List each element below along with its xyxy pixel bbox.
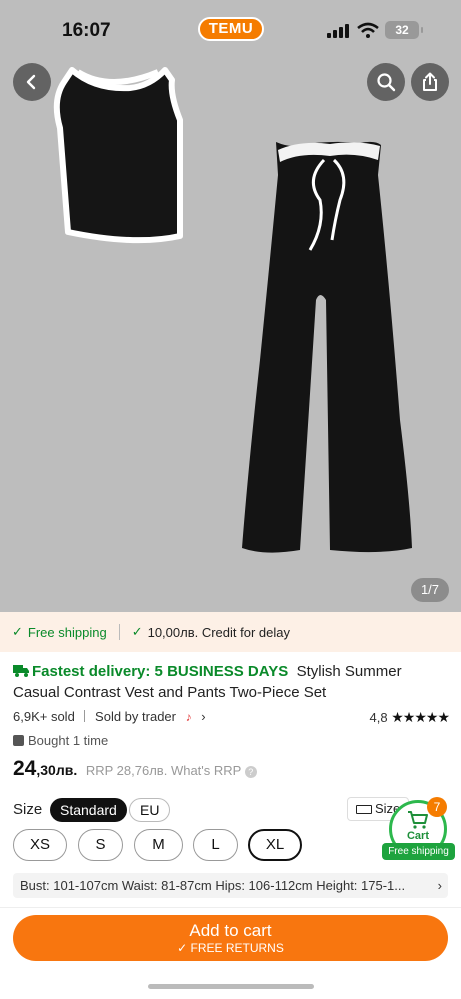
product-meta: 6,9K+ sold Sold by trader ♪ › 4,8 ★★★★★ [13,709,450,727]
signal-icon [327,24,349,38]
size-standard-tab[interactable]: Standard [50,798,127,822]
rating-summary[interactable]: 4,8 ★★★★★ [369,709,450,726]
product-title: Fastest delivery: 5 BUSINESS DAYS Stylis… [13,661,449,703]
rating-value: 4,8 [369,710,388,725]
wifi-icon [357,22,379,38]
search-button[interactable] [367,63,405,101]
chevron-right-icon: › [437,878,442,893]
share-button[interactable] [411,63,449,101]
seller-badge-icon: ♪ [185,710,192,724]
chevron-right-icon: › [201,709,206,724]
check-icon: ✓ [177,941,191,955]
battery-indicator: 32 [385,21,423,39]
search-icon [377,73,396,92]
whats-rrp-label: What's RRP [170,763,242,778]
back-button[interactable] [13,63,51,101]
price-whole: 24 [13,757,37,780]
status-bar: 16:07 TEMU 32 [0,0,461,60]
fast-delivery-label: Fastest delivery: 5 BUSINESS DAYS [32,663,289,680]
bought-info: Bought 1 time [13,733,108,748]
add-to-cart-button[interactable]: Add to cart ✓ FREE RETURNS [13,915,448,961]
size-label: Size [13,801,43,818]
seller-label: Sold by trader [95,709,176,724]
size-selector-header: Size Standard EU Size [13,797,449,823]
product-image-gallery[interactable]: 16:07 TEMU 32 1/7 [0,0,461,612]
sold-count: 6,9K+ sold [13,709,75,724]
size-option-xs[interactable]: XS [13,829,67,861]
measurements-text: Bust: 101-107cm Waist: 81-87cm Hips: 106… [20,878,406,893]
cart-label: Cart [406,830,429,842]
ruler-icon [356,805,372,814]
whats-rrp-link[interactable]: What's RRP ? [171,763,257,778]
rrp-price: RRP 28,76лв. [85,763,168,778]
size-measurements[interactable]: Bust: 101-107cm Waist: 81-87cm Hips: 106… [13,873,448,898]
brand-badge: TEMU [198,17,264,41]
question-icon: ? [244,766,257,778]
back-icon [26,74,36,90]
add-to-cart-label: Add to cart [189,921,272,940]
check-icon: ✓ [131,624,143,639]
size-option-l[interactable]: L [193,829,238,861]
share-icon [423,72,437,91]
check-icon: ✓ [12,624,23,639]
free-shipping-label: Free shipping [27,624,107,640]
shipping-strip[interactable]: ✓ Free shipping ✓ 10,00лв. Credit for de… [0,612,461,652]
price-cents: ,30лв. [36,762,78,778]
free-returns-label: ✓ FREE RETURNS [13,940,448,956]
cart-icon [408,811,428,829]
price-row: 24,30лв. RRP 28,76лв. What's RRP ? [13,757,257,781]
divider [118,624,120,640]
home-indicator[interactable] [148,984,314,989]
rating-stars: ★★★★★ [391,709,450,725]
cart-free-shipping-tag: Free shipping [382,843,455,860]
bought-label: Bought 1 time [28,733,109,748]
gallery-counter: 1/7 [411,578,449,602]
credit-label: 10,00лв. Credit for delay [147,624,290,640]
size-option-s[interactable]: S [78,829,123,861]
seller-link[interactable]: Sold by trader ♪ › [95,709,206,724]
divider [84,710,86,722]
truck-icon [13,665,29,677]
cart-count-badge: 7 [427,797,447,817]
size-option-m[interactable]: M [134,829,183,861]
bag-icon [13,735,24,746]
divider [0,907,461,908]
size-option-xl[interactable]: XL [248,829,302,861]
size-eu-tab[interactable]: EU [129,798,171,822]
free-returns-text: FREE RETURNS [190,941,284,955]
status-time: 16:07 [62,20,111,41]
